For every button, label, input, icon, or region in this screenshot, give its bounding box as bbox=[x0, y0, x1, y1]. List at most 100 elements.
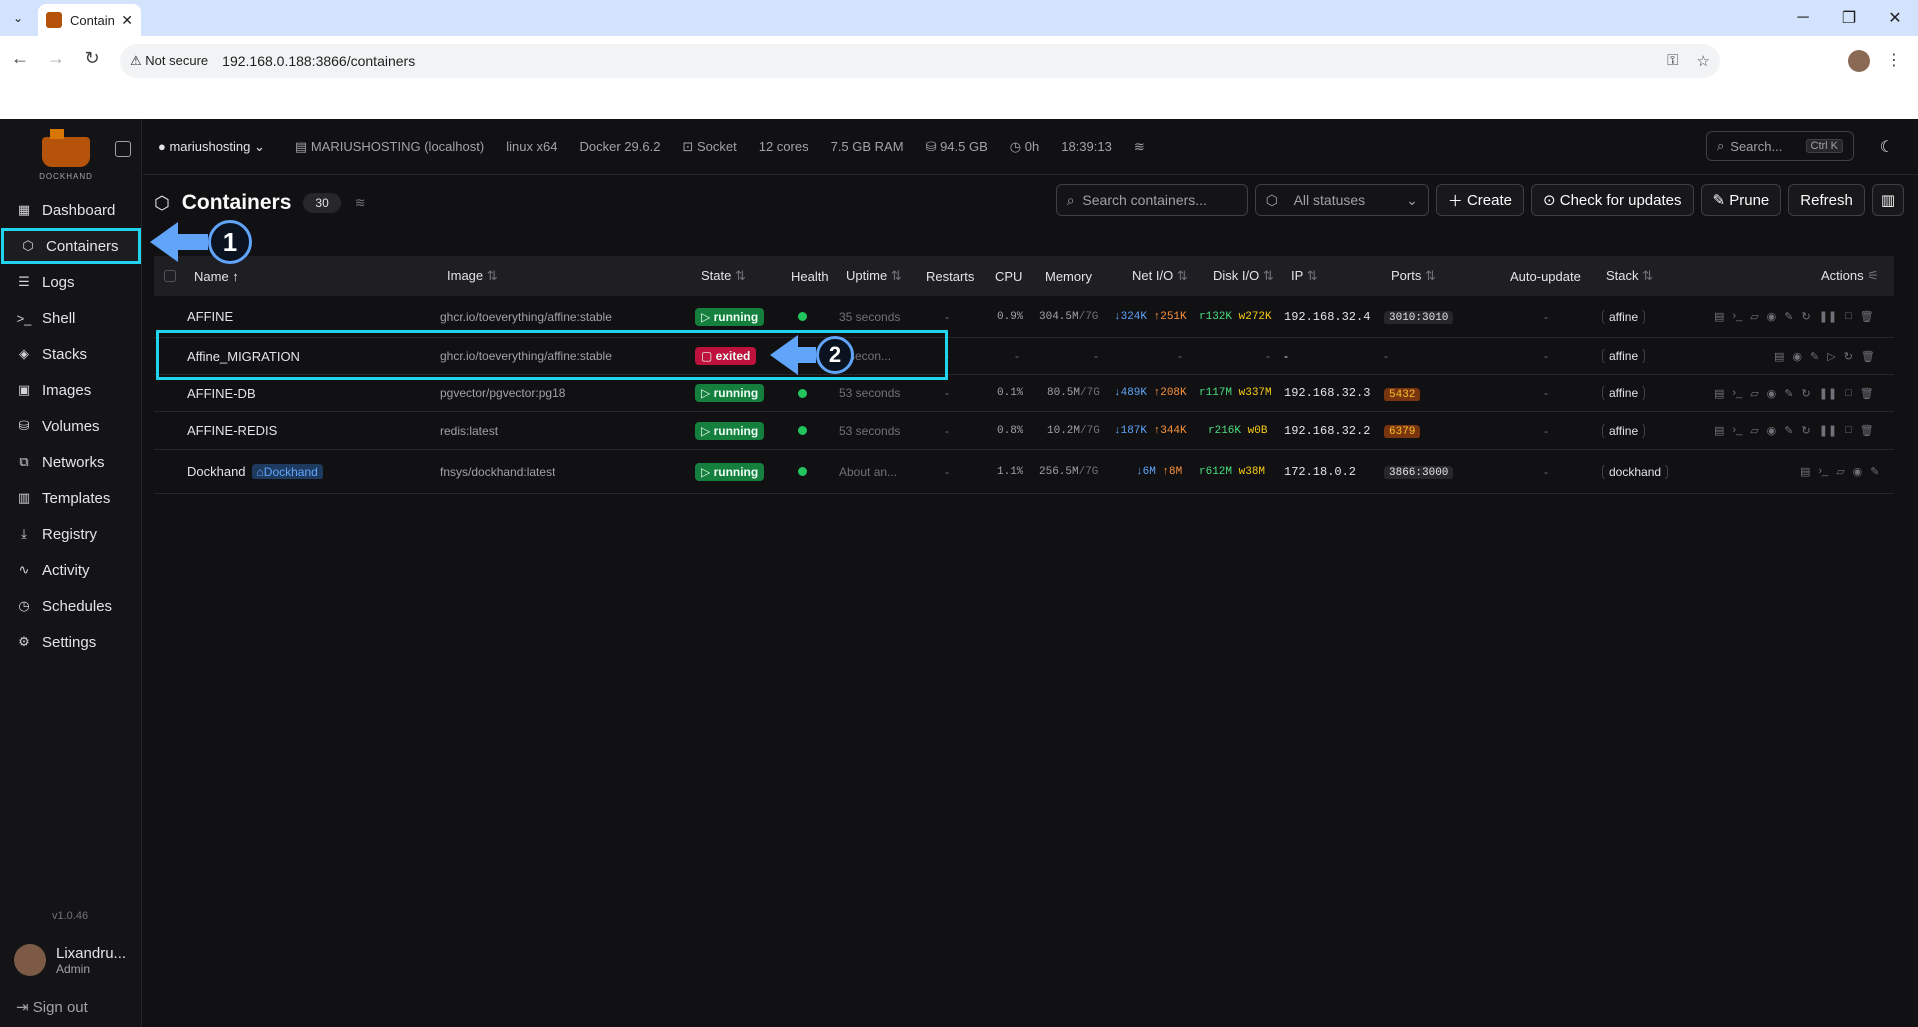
layout-toggle-icon[interactable]: ▥ bbox=[1871, 184, 1904, 216]
forward-icon[interactable]: → bbox=[44, 48, 68, 69]
container-name[interactable]: AFFINE bbox=[187, 309, 233, 324]
minimize-icon[interactable]: ─ bbox=[1780, 0, 1826, 36]
container-name[interactable]: AFFINE-DB bbox=[187, 386, 256, 401]
sidebar-item-dashboard[interactable]: ▦ Dashboard bbox=[0, 192, 142, 228]
sidebar-item-stacks[interactable]: ◈ Stacks bbox=[0, 336, 142, 372]
reload-icon[interactable]: ↻ bbox=[80, 48, 104, 69]
port-mapping[interactable]: 6379 bbox=[1384, 423, 1421, 438]
sidebar-item-volumes[interactable]: ⛁ Volumes bbox=[0, 408, 142, 444]
search-containers-input[interactable]: ⌕ Search containers... bbox=[1055, 184, 1248, 216]
create-button[interactable]: ＋ Create bbox=[1435, 184, 1524, 216]
sidebar-item-templates[interactable]: ▥ Templates bbox=[0, 480, 142, 516]
header-ip[interactable]: IP ⇅ bbox=[1291, 268, 1318, 284]
sidebar-collapse-icon[interactable] bbox=[115, 141, 131, 157]
folder-icon[interactable]: ▱ bbox=[1750, 310, 1758, 323]
pause-icon[interactable]: ❚❚ bbox=[1819, 387, 1837, 400]
eye-icon[interactable]: ◉ bbox=[1792, 350, 1802, 363]
container-name[interactable]: AFFINE-REDIS bbox=[187, 423, 277, 438]
sidebar-item-containers[interactable]: ⬡ Containers bbox=[1, 228, 141, 264]
restart-icon[interactable]: ↻ bbox=[1801, 310, 1810, 323]
sidebar-item-activity[interactable]: ∿ Activity bbox=[0, 552, 142, 588]
environment-selector[interactable]: ● mariushosting ⌄ bbox=[158, 139, 265, 155]
tab-close-icon[interactable]: ✕ bbox=[121, 12, 133, 29]
container-name[interactable]: Dockhand ⌂Dockhand bbox=[187, 464, 323, 479]
table-row[interactable]: AFFINE-DB pgvector/pgvector:pg18 ▷ runni… bbox=[154, 375, 1894, 412]
stop-icon[interactable]: □ bbox=[1845, 387, 1852, 400]
folder-icon[interactable]: ▱ bbox=[1836, 465, 1844, 478]
restart-icon[interactable]: ↻ bbox=[1801, 387, 1810, 400]
logs-icon[interactable]: ▤ bbox=[1714, 424, 1724, 437]
folder-icon[interactable]: ▱ bbox=[1750, 387, 1758, 400]
header-cpu[interactable]: CPU bbox=[995, 269, 1022, 284]
port-mapping[interactable]: 5432 bbox=[1384, 386, 1421, 401]
trash-icon[interactable]: 🗑 bbox=[1861, 350, 1875, 363]
header-stack[interactable]: Stack ⇅ bbox=[1606, 268, 1653, 284]
profile-avatar[interactable] bbox=[1848, 50, 1870, 72]
edit-icon[interactable]: ✎ bbox=[1784, 310, 1793, 323]
stack-badge[interactable]: affine bbox=[1602, 386, 1646, 400]
prune-button[interactable]: ✎ Prune bbox=[1700, 184, 1782, 216]
pause-icon[interactable]: ❚❚ bbox=[1819, 310, 1837, 323]
status-filter-select[interactable]: ⬡ All statuses ⌄ bbox=[1254, 184, 1429, 216]
sidebar-item-schedules[interactable]: ◷ Schedules bbox=[0, 588, 142, 624]
sidebar-item-images[interactable]: ▣ Images bbox=[0, 372, 142, 408]
terminal-icon[interactable]: ›_ bbox=[1732, 424, 1742, 437]
terminal-icon[interactable]: ›_ bbox=[1732, 310, 1742, 323]
user-profile[interactable]: Lixandru... Admin bbox=[14, 944, 126, 976]
trash-icon[interactable]: 🗑 bbox=[1860, 387, 1874, 400]
eye-icon[interactable]: ◉ bbox=[1767, 310, 1777, 323]
eye-icon[interactable]: ◉ bbox=[1767, 387, 1777, 400]
stack-badge[interactable]: affine bbox=[1602, 349, 1646, 363]
header-net-io[interactable]: Net I/O ⇅ bbox=[1132, 268, 1188, 284]
not-secure-label[interactable]: ⚠ Not secure bbox=[130, 53, 208, 69]
trash-icon[interactable]: 🗑 bbox=[1860, 310, 1874, 323]
header-name[interactable]: Name ↑ bbox=[194, 269, 239, 284]
sidebar-item-shell[interactable]: >_ Shell bbox=[0, 300, 142, 336]
stack-badge[interactable]: affine bbox=[1602, 423, 1646, 438]
start-icon[interactable]: ▷ bbox=[1827, 350, 1835, 363]
url-text[interactable]: 192.168.0.188:3866/containers bbox=[222, 53, 415, 69]
terminal-icon[interactable]: ›_ bbox=[1818, 465, 1828, 478]
key-icon[interactable]: ⚿ bbox=[1667, 52, 1678, 70]
stop-icon[interactable]: □ bbox=[1845, 424, 1852, 437]
logs-icon[interactable]: ▤ bbox=[1774, 350, 1784, 363]
terminal-icon[interactable]: ›_ bbox=[1732, 387, 1742, 400]
header-image[interactable]: Image ⇅ bbox=[447, 268, 498, 284]
address-bar[interactable]: ⚠ Not secure 192.168.0.188:3866/containe… bbox=[120, 44, 1720, 78]
header-ports[interactable]: Ports ⇅ bbox=[1391, 268, 1436, 284]
stack-badge[interactable]: affine bbox=[1602, 309, 1646, 324]
stack-badge[interactable]: dockhand bbox=[1602, 464, 1669, 479]
select-all-checkbox[interactable] bbox=[164, 270, 176, 282]
check-updates-button[interactable]: ⊙ Check for updates bbox=[1531, 184, 1694, 216]
edit-icon[interactable]: ✎ bbox=[1810, 350, 1819, 363]
sidebar-item-settings[interactable]: ⚙ Settings bbox=[0, 624, 142, 660]
restart-icon[interactable]: ↻ bbox=[1801, 424, 1810, 437]
browser-menu-icon[interactable]: ⋮ bbox=[1886, 50, 1902, 70]
restore-icon[interactable]: ❐ bbox=[1826, 0, 1872, 36]
back-icon[interactable]: ← bbox=[8, 48, 32, 69]
folder-icon[interactable]: ▱ bbox=[1750, 424, 1758, 437]
stop-icon[interactable]: □ bbox=[1845, 310, 1852, 323]
header-uptime[interactable]: Uptime ⇅ bbox=[846, 268, 902, 284]
window-close-icon[interactable]: ✕ bbox=[1872, 0, 1918, 36]
logs-icon[interactable]: ▤ bbox=[1714, 310, 1724, 323]
eye-icon[interactable]: ◉ bbox=[1853, 465, 1863, 478]
table-row[interactable]: Dockhand ⌂Dockhand fnsys/dockhand:latest … bbox=[154, 450, 1894, 494]
port-mapping[interactable]: 3866:3000 bbox=[1384, 464, 1454, 479]
refresh-button[interactable]: Refresh bbox=[1788, 184, 1865, 216]
restart-icon[interactable]: ↻ bbox=[1844, 350, 1853, 363]
star-icon[interactable]: ☆ bbox=[1697, 52, 1710, 70]
edit-icon[interactable]: ✎ bbox=[1784, 387, 1793, 400]
sign-out-button[interactable]: ⇥ Sign out bbox=[16, 998, 88, 1016]
sidebar-item-registry[interactable]: ⤓ Registry bbox=[0, 516, 142, 552]
port-mapping[interactable]: 3010:3010 bbox=[1384, 309, 1454, 324]
logs-icon[interactable]: ▤ bbox=[1800, 465, 1810, 478]
table-row[interactable]: AFFINE-REDIS redis:latest ▷ running 53 s… bbox=[154, 412, 1894, 450]
edit-icon[interactable]: ✎ bbox=[1870, 465, 1879, 478]
sidebar-item-logs[interactable]: ☰ Logs bbox=[0, 264, 142, 300]
pause-icon[interactable]: ❚❚ bbox=[1819, 424, 1837, 437]
header-memory[interactable]: Memory bbox=[1045, 269, 1092, 284]
theme-toggle-icon[interactable]: ☾ bbox=[1880, 137, 1894, 157]
tab-search-chevron-icon[interactable]: ⌄ bbox=[8, 8, 28, 28]
eye-icon[interactable]: ◉ bbox=[1767, 424, 1777, 437]
